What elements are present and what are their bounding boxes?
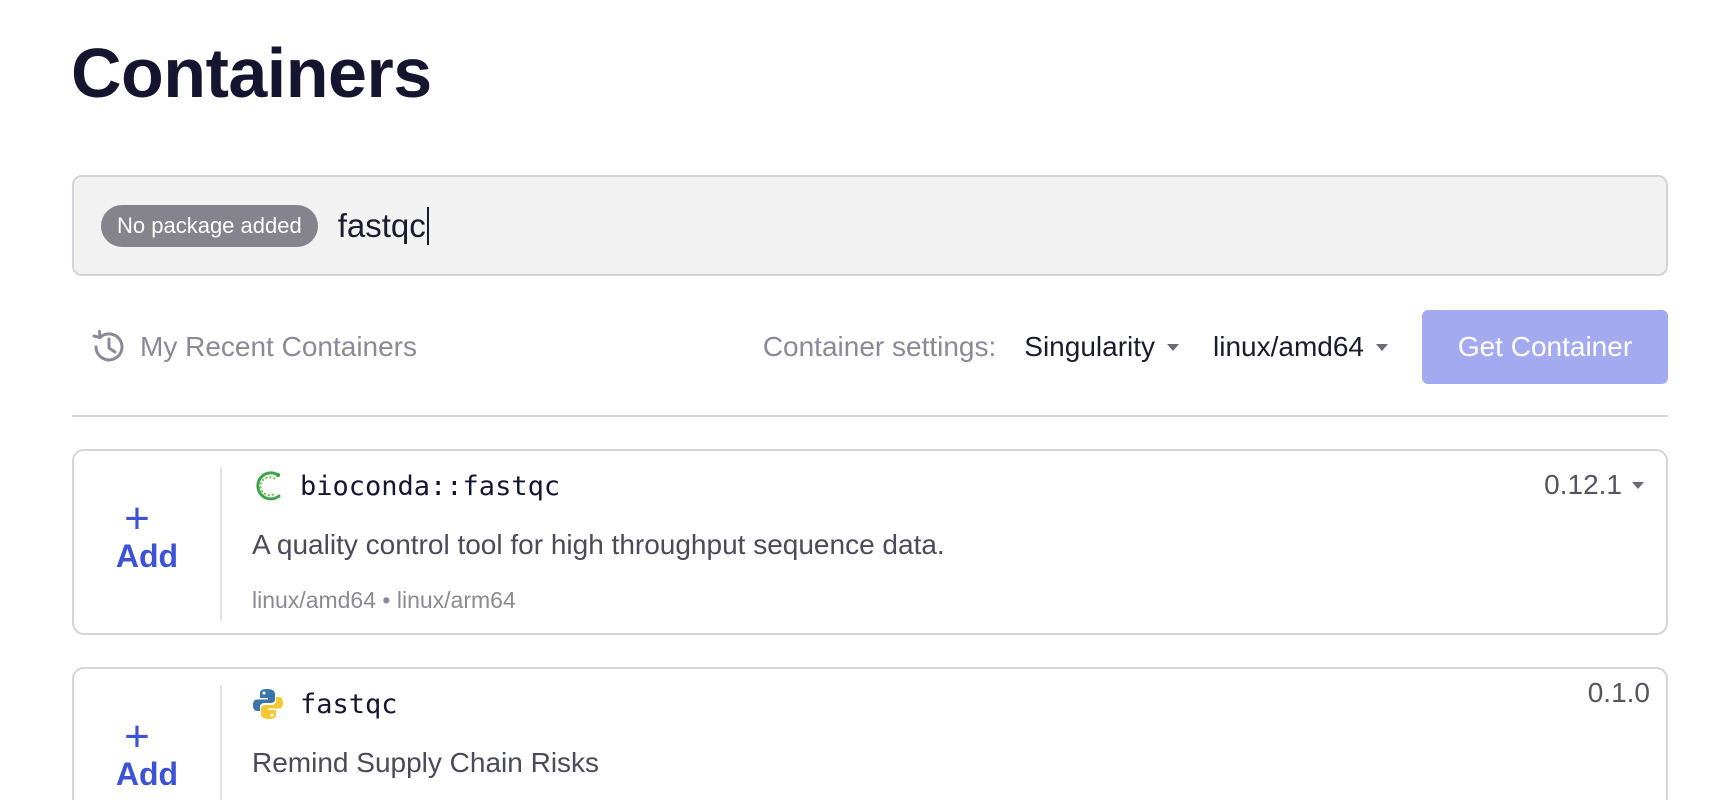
containers-page: Containers No package added fastqc My Re… [0,0,1710,800]
version-value: 0.1.0 [1587,677,1650,708]
no-package-chip: No package added [101,204,318,247]
package-platforms: linux/amd64 • linux/arm64 [252,587,516,613]
section-divider [72,415,1668,417]
version-value: 0.12.1 [1544,469,1622,500]
platform-dropdown[interactable]: linux/amd64 [1213,331,1388,363]
package-name: fastqc [300,688,398,720]
package-description: A quality control tool for high throughp… [252,529,945,560]
page-title: Containers [71,34,432,112]
card-separator [220,467,222,621]
plus-icon: + [124,712,150,761]
add-label: Add [115,538,179,574]
result-card: + Add fastqc Remind Supply Chain Risks 0… [72,667,1668,800]
package-header: fastqc [252,687,398,721]
container-type-value: Singularity [1024,331,1156,362]
search-input-value: fastqc [337,206,426,244]
package-description: Remind Supply Chain Risks [252,747,600,778]
get-container-button[interactable]: Get Container [1422,310,1668,384]
bioconda-icon [256,471,281,501]
plus-icon: + [124,494,150,543]
package-header: bioconda::fastqc [252,469,560,503]
add-button[interactable]: + Add [74,494,220,575]
package-name: bioconda::fastqc [300,470,561,502]
recent-containers-link[interactable]: My Recent Containers [88,327,417,367]
version-label: 0.1.0 [1588,677,1650,709]
version-dropdown[interactable]: 0.12.1 [1544,469,1644,501]
platform-value: linux/amd64 [1213,331,1364,362]
card-separator [220,685,222,800]
container-settings-label: Container settings: [762,331,997,362]
result-card: + Add bioconda::fastqc A quality control… [72,449,1668,635]
add-button[interactable]: + Add [74,712,220,793]
search-input[interactable]: fastqc [337,206,429,245]
caret-down-icon [1632,481,1644,489]
container-type-dropdown[interactable]: Singularity [1024,331,1180,363]
caret-down-icon [1376,343,1388,351]
caret-down-icon [1167,343,1180,351]
recent-containers-label: My Recent Containers [140,331,418,362]
python-icon [253,689,283,719]
text-caret [426,206,429,245]
container-toolbar: My Recent Containers Container settings:… [72,310,1668,384]
add-label: Add [115,756,179,792]
history-icon [92,330,124,362]
package-search-box[interactable]: No package added fastqc [72,175,1668,276]
